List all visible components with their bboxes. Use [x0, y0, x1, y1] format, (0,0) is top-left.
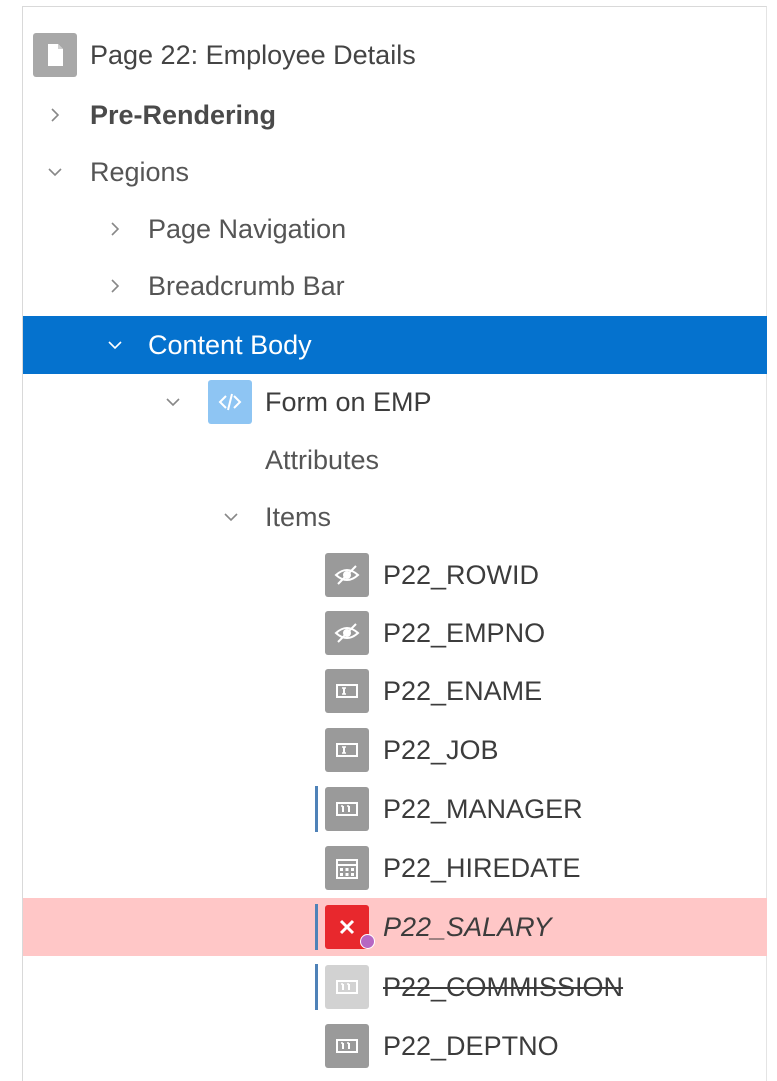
tree-node-pre-rendering[interactable]: Pre-Rendering: [23, 86, 767, 144]
chevron-right-icon[interactable]: [105, 276, 125, 296]
tree-node-label: Regions: [90, 156, 190, 187]
tree-node-label: Items: [265, 501, 332, 532]
tree-node-page[interactable]: Page 22: Employee Details: [23, 26, 767, 84]
tree-node-items[interactable]: Items: [23, 488, 767, 546]
item-label: P22_HIREDATE: [383, 852, 581, 883]
chevron-down-icon[interactable]: [221, 507, 241, 527]
hidden-eye-icon: [325, 553, 369, 597]
text-field-icon: [325, 669, 369, 713]
item-label: P22_MANAGER: [383, 793, 583, 824]
chevron-down-icon[interactable]: [105, 335, 125, 355]
warning-dot: [360, 934, 375, 949]
chevron-right-icon[interactable]: [45, 105, 65, 125]
tree-node-item-p22-hiredate[interactable]: P22_HIREDATE: [23, 839, 767, 897]
tree-node-label: Page Navigation: [148, 213, 347, 244]
tree-node-page-navigation[interactable]: Page Navigation: [23, 200, 767, 258]
tree-node-label: Content Body: [148, 329, 312, 360]
tree-node-form-on-emp[interactable]: Form on EMP: [23, 373, 767, 431]
tree-node-item-p22-empno[interactable]: P22_EMPNO: [23, 604, 767, 662]
code-icon: [208, 380, 252, 424]
item-label: P22_ROWID: [383, 559, 540, 590]
tree-node-item-p22-deptno[interactable]: P22_DEPTNO: [23, 1017, 767, 1075]
item-label: P22_DEPTNO: [383, 1030, 559, 1061]
tree-node-label: Attributes: [265, 444, 380, 475]
text-field-icon: [325, 728, 369, 772]
tree-node-item-p22-rowid[interactable]: P22_ROWID: [23, 546, 767, 604]
item-label: P22_ENAME: [383, 675, 543, 706]
tree-node-regions[interactable]: Regions: [23, 143, 767, 201]
tree-node-attributes[interactable]: Attributes: [23, 431, 767, 489]
calendar-icon: [325, 846, 369, 890]
tree-node-content-body[interactable]: Content Body: [23, 316, 767, 374]
tree-node-item-p22-ename[interactable]: P22_ENAME: [23, 662, 767, 720]
tree-node-item-p22-job[interactable]: P22_JOB: [23, 721, 767, 779]
chevron-down-icon[interactable]: [45, 162, 65, 182]
number-field-icon: [325, 1024, 369, 1068]
tree-node-item-p22-commission[interactable]: P22_COMMISSION: [23, 958, 767, 1016]
item-label: P22_JOB: [383, 734, 499, 765]
number-field-icon: [325, 965, 369, 1009]
changed-marker: [315, 904, 318, 950]
chevron-right-icon[interactable]: [105, 219, 125, 239]
page-icon: [33, 33, 77, 77]
item-label: P22_SALARY: [383, 911, 552, 942]
tree-node-label: Form on EMP: [265, 386, 432, 417]
chevron-down-icon[interactable]: [163, 392, 183, 412]
item-label: P22_COMMISSION: [383, 971, 624, 1002]
number-field-icon: [325, 787, 369, 831]
changed-marker: [315, 786, 318, 832]
page-title: Page 22: Employee Details: [90, 39, 416, 70]
tree-node-label: Pre-Rendering: [90, 99, 277, 130]
changed-marker: [315, 964, 318, 1010]
tree-node-breadcrumb-bar[interactable]: Breadcrumb Bar: [23, 257, 767, 315]
hidden-eye-icon: [325, 611, 369, 655]
item-label: P22_EMPNO: [383, 617, 546, 648]
tree-node-item-p22-salary[interactable]: P22_SALARY: [23, 898, 767, 956]
tree-node-item-p22-manager[interactable]: P22_MANAGER: [23, 780, 767, 838]
tree-node-label: Breadcrumb Bar: [148, 270, 345, 301]
rendering-tree-panel: Page 22: Employee Details Pre-Rendering …: [22, 6, 767, 1081]
